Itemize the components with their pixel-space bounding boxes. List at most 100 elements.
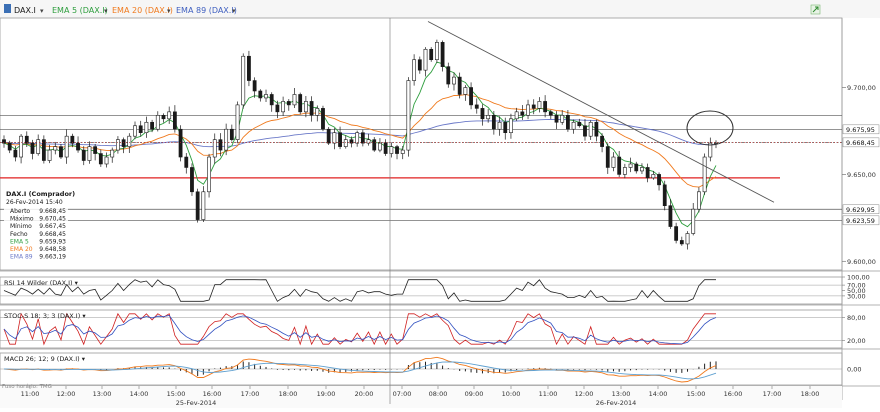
candle-body (309, 101, 314, 116)
info-row-label: EMA 5 (10, 238, 29, 245)
candle-body (577, 121, 582, 127)
time-tick-label: 12:00 (57, 390, 76, 398)
time-tick-label: 15:00 (167, 390, 186, 398)
candle-body (429, 48, 434, 61)
candle-body (235, 104, 240, 140)
candle-body (121, 139, 126, 147)
symbol-label: DAX.I (14, 6, 36, 15)
time-tick-label: 12:00 (575, 390, 594, 398)
time-tick-label: 16:00 (724, 390, 743, 398)
chart-window: DAX.I ▾ EMA 5 (DAX.I) ▾ EMA 20 (DAX.I) ▾… (0, 0, 880, 408)
price-marker-label: 9.623,59 (846, 217, 875, 225)
price-marker-label: 9.629,95 (846, 206, 875, 214)
candle-body (697, 191, 701, 210)
candle-body (41, 139, 46, 161)
candle-body (457, 76, 462, 95)
chevron-down-icon: ▾ (40, 7, 44, 15)
candle-body (110, 149, 115, 158)
candle-body (258, 90, 263, 99)
candle-body (406, 80, 411, 151)
ema5-menu[interactable]: EMA 5 (DAX.I) ▾ (52, 6, 108, 15)
info-row-value: 9.659,93 (39, 238, 66, 245)
candle-body (434, 42, 439, 61)
candle-body (360, 132, 365, 144)
candle-body (98, 153, 103, 165)
time-tick-label: 18:00 (801, 390, 820, 398)
time-tick-label: 17:00 (763, 390, 782, 398)
candle-body (446, 66, 451, 85)
candle-body (104, 156, 109, 165)
candle (190, 163, 194, 196)
candle-body (138, 125, 143, 134)
info-row-label: Máximo (10, 216, 34, 223)
candle-body (605, 146, 610, 168)
trend-arrow-icon[interactable] (810, 4, 821, 15)
candle-body (412, 59, 417, 81)
candle-body (355, 132, 360, 144)
candle (201, 186, 206, 223)
candle (207, 153, 211, 198)
candle-body (218, 139, 223, 151)
candle-body (87, 146, 92, 161)
candle (241, 53, 246, 109)
info-row-label: Fecho (10, 231, 28, 238)
candle-body (452, 76, 456, 85)
candle-body (691, 208, 696, 234)
candle-body (13, 149, 18, 158)
candle-body (201, 191, 206, 220)
candle-body (531, 104, 536, 109)
candle (178, 125, 183, 162)
chart-svg: DAX.I ▾ EMA 5 (DAX.I) ▾ EMA 20 (DAX.I) ▾… (0, 0, 880, 408)
candle-body (155, 115, 160, 130)
candle-body (190, 167, 194, 193)
chevron-down-icon: ▾ (104, 7, 108, 15)
candle-body (668, 205, 673, 227)
candle-body (59, 146, 63, 158)
candle-body (378, 142, 382, 151)
candle (247, 50, 251, 87)
candle-body (144, 121, 149, 134)
candle-body (566, 115, 570, 130)
candle-body (548, 111, 553, 116)
candle-body (269, 94, 274, 106)
info-row-value: 9.648,58 (39, 246, 66, 253)
time-tick-label: 07:00 (393, 390, 412, 398)
candle-body (64, 135, 69, 158)
candle-body (383, 142, 388, 154)
ema5-toolbar-label: EMA 5 (DAX.I) (52, 6, 108, 15)
candle (702, 153, 707, 195)
candle-body (19, 135, 23, 158)
info-box: DAX.I (Comprador) 26-Fev-2014 15:40 Aber… (4, 187, 75, 265)
candle (321, 105, 325, 132)
price-tick-label: 9.600,00 (847, 258, 876, 266)
info-row-label: Aberto (10, 208, 30, 215)
candle-body (469, 87, 473, 106)
candle-body (315, 108, 320, 116)
candle-body (474, 104, 479, 109)
candle-body (133, 125, 137, 137)
time-tick-label: 13:00 (612, 390, 631, 398)
candle-body (281, 101, 286, 113)
indicator-tick-label: 80,00 (847, 314, 866, 322)
candle-body (657, 174, 661, 186)
panel-label: MACD 26; 12; 9 (DAX.I) ▾ (4, 355, 86, 363)
time-tick-label: 17:00 (241, 390, 260, 398)
price-marker-label: 9.668,45 (846, 139, 875, 147)
info-row-value: 9.668,45 (39, 231, 66, 238)
candle-body (275, 104, 280, 113)
candle-body (286, 101, 291, 106)
candle-body (372, 139, 377, 151)
candle-body (7, 142, 12, 151)
candle-body (76, 142, 80, 151)
candle (298, 92, 303, 115)
chevron-down-icon: ▾ (232, 7, 236, 15)
ema89-menu[interactable]: EMA 89 (DAX.I) ▾ (176, 6, 237, 15)
candle (195, 188, 200, 223)
candle-body (571, 121, 576, 130)
candle-body (423, 48, 428, 71)
candle-body (514, 111, 519, 120)
info-datetime: 26-Fev-2014 15:40 (6, 199, 63, 206)
info-row-value: 9.663,19 (39, 254, 66, 261)
ema20-menu[interactable]: EMA 20 (DAX.I) ▾ (112, 6, 173, 15)
price-tick-label: 9.700,00 (847, 84, 876, 92)
